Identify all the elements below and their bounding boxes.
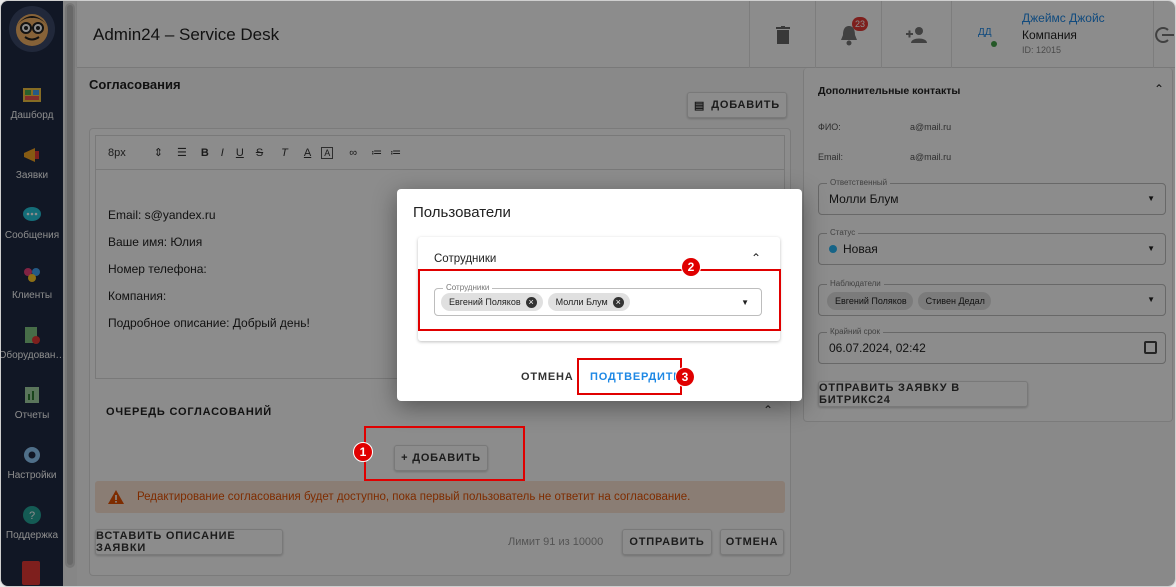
dialog-cancel-button[interactable]: ОТМЕНА	[521, 371, 573, 383]
annotation-box-2	[418, 269, 781, 331]
section-title: Сотрудники	[434, 253, 497, 265]
annotation-box-1	[364, 426, 525, 481]
annotation-box-3	[577, 358, 682, 395]
annotation-marker-3: 3	[675, 367, 695, 387]
annotation-marker-2: 2	[681, 257, 701, 277]
section-collapse-icon[interactable]: ⌃	[751, 251, 761, 265]
dialog-title: Пользователи	[413, 204, 511, 221]
app-window: Дашборд Заявки Сообщения Клиенты Оборудо…	[0, 0, 1176, 587]
annotation-marker-1: 1	[353, 442, 373, 462]
